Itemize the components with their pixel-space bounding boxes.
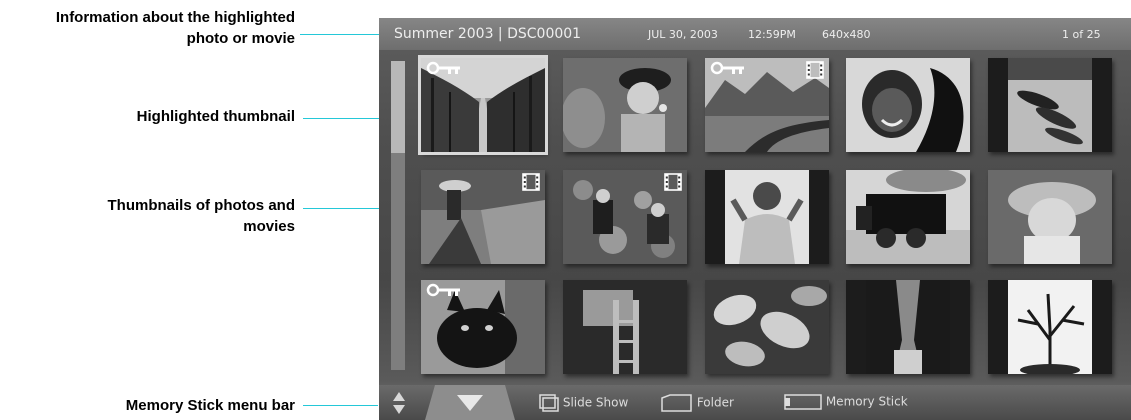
thumbnail-4[interactable] <box>846 58 970 152</box>
thumbnail-13[interactable] <box>705 280 829 374</box>
callout-info-line2: photo or movie <box>186 30 295 47</box>
index-screen: Summer 2003 | DSC00001 JUL 30, 2003 12:5… <box>379 18 1131 420</box>
photo-time: 12:59PM <box>748 28 796 41</box>
callout-info: Information about the highlighted photo … <box>0 7 295 49</box>
photo-smiling-girl <box>846 58 970 152</box>
thumbnail-12[interactable] <box>563 280 687 374</box>
photo-bare-tree <box>1008 280 1092 374</box>
protect-key-icon <box>426 61 460 75</box>
photo-rowboats <box>1008 58 1092 152</box>
photo-leaves <box>705 280 829 374</box>
thumbnail-5[interactable] <box>988 58 1112 152</box>
thumbnail-15[interactable] <box>988 280 1112 374</box>
protect-key-icon <box>710 61 744 75</box>
thumbnail-8[interactable] <box>705 170 829 264</box>
protect-key-icon <box>426 283 460 297</box>
thumbnail-14[interactable] <box>846 280 970 374</box>
photo-attic <box>563 280 687 374</box>
thumbnail-2[interactable] <box>563 58 687 152</box>
memory-stick-menu-item[interactable]: Memory Stick <box>784 394 908 410</box>
photo-date: JUL 30, 2003 <box>648 28 718 41</box>
callout-thumbnails: Thumbnails of photos and movies <box>0 195 296 237</box>
photo-resolution: 640x480 <box>822 28 871 41</box>
thumbnail-6[interactable] <box>421 170 545 264</box>
thumbnail-10[interactable] <box>988 170 1112 264</box>
memory-stick-icon <box>784 394 822 410</box>
photo-boy <box>725 170 809 264</box>
memory-stick-menu-bar: Slide Show Folder Memory Stick <box>379 385 1131 420</box>
folder-menu-item[interactable]: Folder <box>661 394 734 412</box>
leader-menubar <box>303 405 378 406</box>
movie-film-icon <box>664 173 682 191</box>
folder-icon <box>661 394 692 412</box>
callout-info-line1: Information about the highlighted <box>55 9 295 26</box>
menu-tab[interactable] <box>425 385 515 420</box>
callout-thumbnails-line1: Thumbnails of photos and <box>107 197 296 214</box>
slideshow-icon <box>539 394 559 412</box>
scrollbar-thumb[interactable] <box>391 61 405 153</box>
leader-info <box>300 34 390 35</box>
callout-highlighted: Highlighted thumbnail <box>136 108 295 125</box>
slideshow-label: Slide Show <box>562 395 629 410</box>
photo-bubbles <box>563 58 687 152</box>
thumbnail-7[interactable] <box>563 170 687 264</box>
photo-locomotive <box>846 170 970 264</box>
memory-stick-label: Memory Stick <box>825 394 908 409</box>
slideshow-menu-item[interactable]: Slide Show <box>539 394 628 412</box>
thumbnail-3[interactable] <box>705 58 829 152</box>
info-bar: Summer 2003 | DSC00001 JUL 30, 2003 12:5… <box>379 18 1131 50</box>
scrollbar-track <box>391 153 405 370</box>
thumbnail-1[interactable] <box>418 55 548 155</box>
image-counter: 1 of 25 <box>1062 28 1101 41</box>
callout-thumbnails-line2: movies <box>243 218 295 235</box>
callout-menubar: Memory Stick menu bar <box>125 397 295 414</box>
photo-baby-hat <box>988 170 1112 264</box>
thumbnail-11[interactable] <box>421 280 545 374</box>
movie-film-icon <box>806 61 824 79</box>
thumbnail-9[interactable] <box>846 170 970 264</box>
folder-label: Folder <box>696 395 734 410</box>
scrollbar[interactable] <box>391 61 405 370</box>
photo-canyon <box>866 280 950 374</box>
movie-film-icon <box>522 173 540 191</box>
album-file-name: Summer 2003 | DSC00001 <box>394 26 582 42</box>
updown-arrows-icon[interactable] <box>392 391 406 415</box>
